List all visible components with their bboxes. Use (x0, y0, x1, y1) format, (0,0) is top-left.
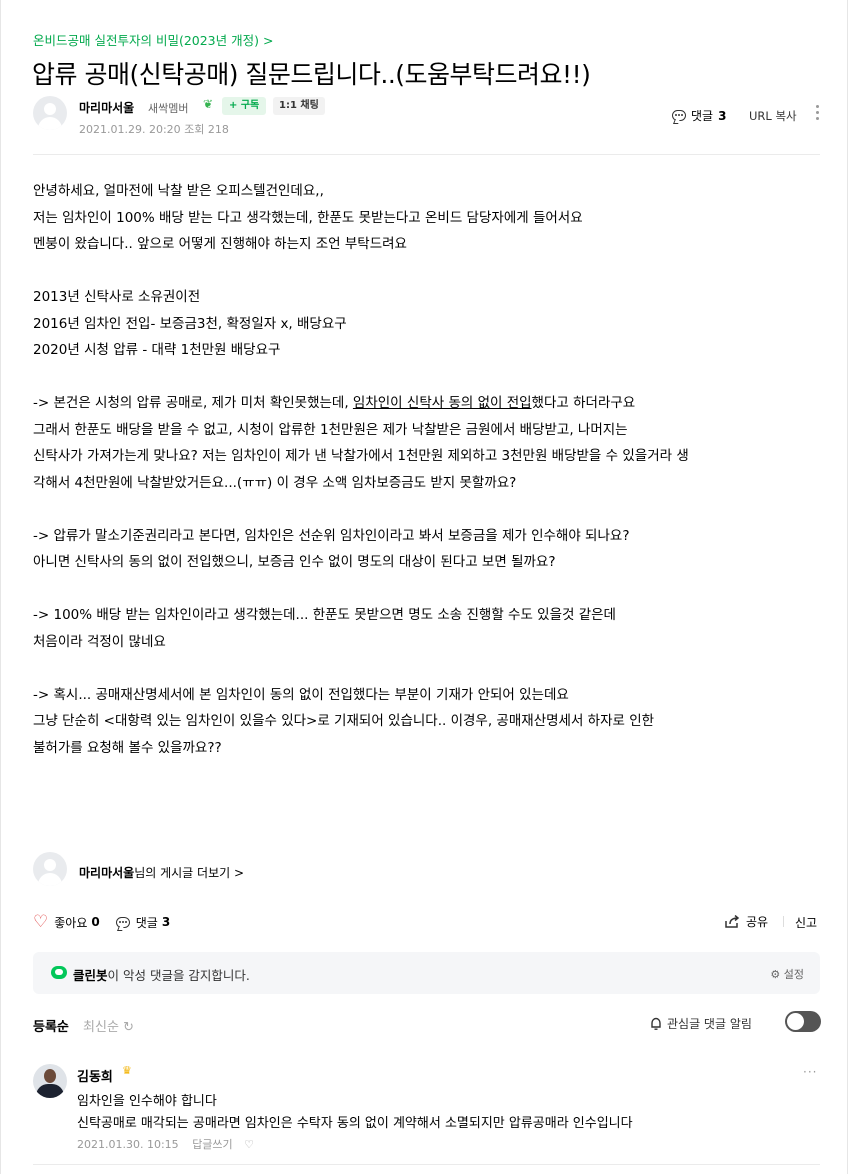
bell-icon (651, 1017, 661, 1030)
more-posts-avatar[interactable] (33, 852, 67, 886)
body-line: 신탁사가 가져가는게 맞나요? 저는 임차인이 제가 낸 낙찰가에서 1천만원 … (33, 448, 689, 464)
cleanbot-banner: 클린봇이 악성 댓글을 감지합니다. ⚙ 설정 (33, 952, 820, 994)
author-grade: 새싹멤버 (148, 102, 189, 115)
body-line: -> 본건은 시청의 압류 공매로, 제가 미처 확인못했는데, 임차인이 신탁… (33, 390, 823, 417)
body-line: 아니면 신탁사의 동의 없이 전입했으니, 보증금 인수 없이 명도의 대상이 … (33, 554, 556, 570)
comment-bubble-icon (672, 110, 686, 121)
action-separator (783, 916, 784, 927)
more-options-icon[interactable] (816, 105, 820, 123)
cleanbot-settings-button[interactable]: ⚙ 설정 (770, 966, 804, 982)
gear-icon: ⚙ (770, 968, 781, 981)
cleanbot-name: 클린봇 (73, 968, 108, 983)
cleanbot-icon (51, 966, 67, 979)
author-name[interactable]: 마리마서울 (79, 99, 134, 116)
comment-count: 3 (161, 915, 171, 929)
share-icon (725, 914, 740, 928)
left-border (0, 0, 1, 1174)
comment-date: 2021.01.30. 10:15 (77, 1138, 179, 1151)
comment-alarm-toggle[interactable] (785, 1011, 821, 1032)
body-line: 저는 임차인이 100% 배당 받는 다고 생각했는데, 한푼도 못받는다고 온… (33, 209, 583, 226)
commenter-name[interactable]: 김동희 (77, 1066, 113, 1085)
avatar-head-shape (44, 103, 56, 115)
comment-bubble-icon[interactable] (115, 916, 130, 928)
body-line: 안녕하세요, 얼마전에 낙찰 받은 오피스텔건인데요,, (33, 183, 324, 199)
reaction-bar: ♡ 좋아요 0 댓글 3 (33, 912, 186, 932)
post-views: 조회 218 (184, 123, 229, 136)
body-line: 2013년 신탁사로 소유권이전 (33, 289, 201, 305)
comment-more-icon[interactable]: ··· (803, 1065, 817, 1079)
body-line: 불허가를 요청해 볼수 있을까요?? (33, 739, 222, 756)
underlined-text: 임차인이 신탁사 동의 없이 전입 (352, 395, 532, 411)
header-comment-count: 3 (718, 108, 727, 123)
comment-text-line: 신탁공매로 매각되는 공매라면 임차인은 수탁자 동의 없이 계약해서 소멸되지… (77, 1116, 633, 1131)
crown-icon: ♛ (122, 1064, 132, 1077)
comment-meta: 2021.01.30. 10:15 답글쓰기 ♡ (77, 1136, 254, 1152)
comment-text-line: 임차인을 인수해야 합니다 (77, 1094, 217, 1109)
share-label: 공유 (746, 915, 769, 929)
comment-divider (33, 1164, 820, 1165)
reply-button[interactable]: 답글쓰기 (192, 1138, 232, 1151)
post-date: 2021.01.29. 20:20 (79, 123, 181, 136)
cleanbot-message: 이 악성 댓글을 감지합니다. (107, 968, 250, 983)
like-label[interactable]: 좋아요 (54, 914, 87, 931)
body-line: -> 100% 배당 받는 임차인이라고 생각했는데... 한푼도 못받으면 명… (33, 607, 616, 623)
author-avatar[interactable] (33, 96, 67, 130)
body-line: 각해서 4천만원에 낙찰받았거든요...(ㅠㅠ) 이 경우 소액 임차보증금도 … (33, 474, 517, 491)
body-line: 멘붕이 왔습니다.. 앞으로 어떻게 진행해야 하는지 조언 부탁드려요 (33, 236, 407, 252)
sprout-icon: ❦ (203, 97, 214, 111)
header-comment-label: 댓글 (691, 109, 714, 123)
header-divider (33, 154, 820, 155)
cafe-article-page: 온비드공매 실전투자의 비밀(2023년 개정) > 압류 공매(신탁공매) 질… (0, 0, 850, 1174)
settings-label: 설정 (783, 968, 804, 981)
share-button[interactable]: 공유 (724, 913, 768, 930)
body-line: 처음이라 걱정이 많네요 (33, 633, 166, 650)
more-posts-link[interactable]: 마리마서울님의 게시글 더보기 > (79, 864, 244, 881)
post-meta: 2021.01.29. 20:20 조회 218 (79, 121, 229, 137)
alarm-label: 관심글 댓글 알림 (667, 1017, 752, 1031)
avatar-head-shape (44, 1069, 56, 1083)
sort-by-latest[interactable]: 최신순 (83, 1020, 119, 1035)
comment-heart-icon[interactable]: ♡ (244, 1138, 254, 1151)
body-line: -> 압류가 말소기준권리라고 본다면, 임차인은 선순위 임차인이라고 봐서 … (33, 527, 630, 544)
heart-icon[interactable]: ♡ (33, 912, 48, 932)
body-segment: -> 본건은 시청의 압류 공매로, 제가 미처 확인못했는데, (33, 395, 353, 411)
article-body: 안녕하세요, 얼마전에 낙찰 받은 오피스텔건인데요,, 저는 임차인이 100… (33, 178, 823, 761)
chat-button[interactable]: 1:1 채팅 (273, 97, 325, 115)
comment-label[interactable]: 댓글 (136, 914, 158, 931)
comment-alarm: 관심글 댓글 알림 (650, 1015, 752, 1032)
avatar-body-shape (38, 117, 62, 130)
right-border (847, 0, 848, 1174)
refresh-icon[interactable]: ↻ (123, 1020, 134, 1035)
subscribe-button[interactable]: + 구독 (222, 97, 267, 115)
body-line: 그래서 한푼도 배당을 받을 수 없고, 시청이 압류한 1천만원은 제가 낙찰… (33, 421, 628, 438)
cafe-book-link[interactable]: 온비드공매 실전투자의 비밀(2023년 개정) > (33, 30, 273, 49)
article-title: 압류 공매(신탁공매) 질문드립니다..(도움부탁드려요!!) (32, 60, 591, 89)
body-line: 그냥 단순히 <대항력 있는 임차인이 있을수 있다>로 기재되어 있습니다..… (33, 713, 655, 729)
header-comment-link[interactable]: 댓글 3 (672, 107, 726, 124)
avatar-head-shape (44, 859, 56, 871)
avatar-body-shape (38, 873, 62, 886)
body-line: -> 혹시... 공매재산명세서에 본 임차인이 동의 없이 전입했다는 부분이… (33, 686, 569, 703)
cleanbot-text: 클린봇이 악성 댓글을 감지합니다. (73, 965, 250, 984)
like-count: 0 (91, 915, 100, 929)
body-segment: 했다고 하더라구요 (531, 395, 636, 411)
avatar-body-shape (36, 1084, 64, 1098)
report-button[interactable]: 신고 (795, 914, 817, 931)
sort-by-registration[interactable]: 등록순 (33, 1020, 69, 1035)
commenter-avatar[interactable] (33, 1064, 67, 1098)
comment-sort: 등록순 최신순 ↻ (33, 1016, 134, 1035)
more-posts-suffix: 님의 게시글 더보기 > (134, 866, 245, 880)
body-line: 2016년 임차인 전입- 보증금3천, 확정일자 x, 배당요구 (33, 315, 347, 332)
body-line: 2020년 시청 압류 - 대략 1천만원 배당요구 (33, 342, 281, 358)
url-copy-button[interactable]: URL 복사 (749, 108, 797, 124)
more-posts-author: 마리마서울 (79, 866, 135, 880)
